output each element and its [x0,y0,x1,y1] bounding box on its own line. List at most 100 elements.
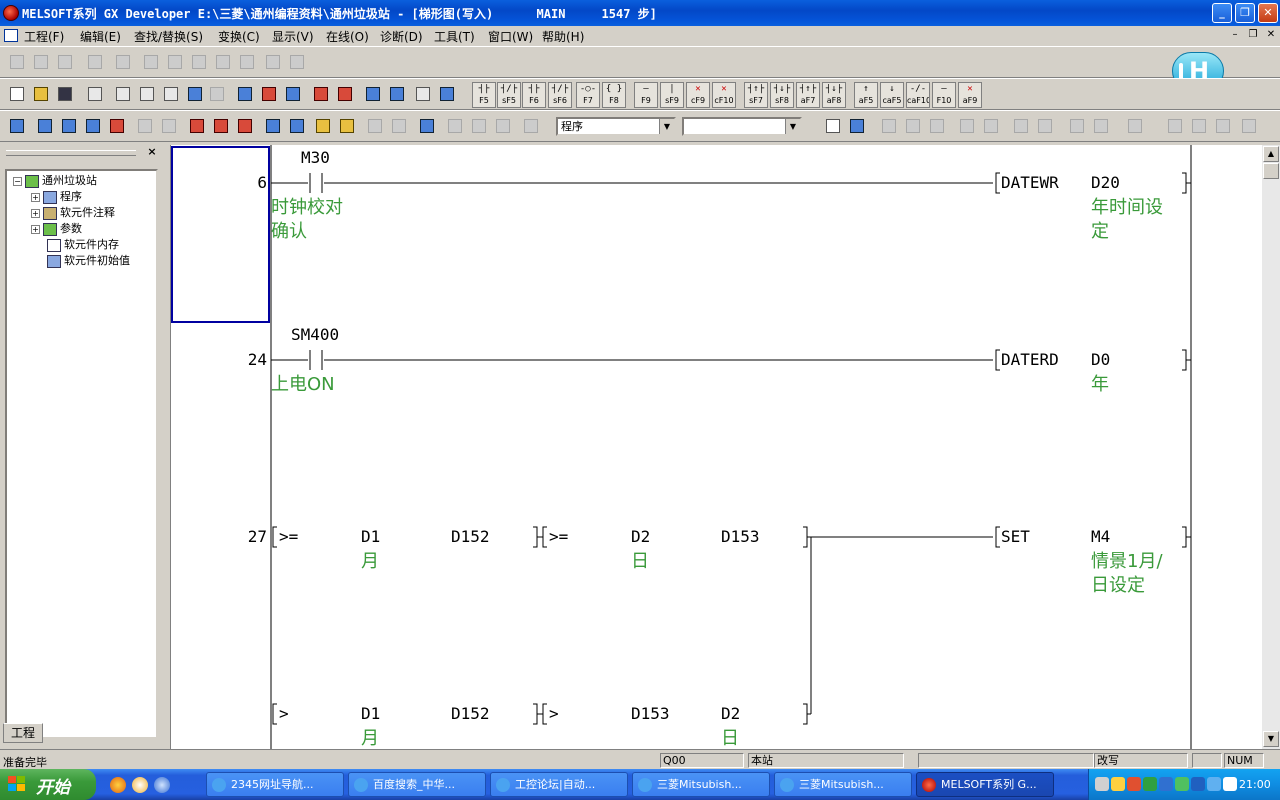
menu-online[interactable]: 在线(O) [326,28,369,45]
menu-help[interactable]: 帮助(H) [542,28,584,45]
fkey-f5-button[interactable]: ┤├ F5 [472,82,496,108]
fkey-f6-button[interactable]: ┤├ F6 [522,82,546,108]
compare-operator[interactable]: >= [549,527,568,546]
compare-operator[interactable]: > [279,704,289,723]
contact-tool-icon[interactable] [54,51,76,73]
comment-icon[interactable] [106,115,128,137]
qq-quicklaunch-icon[interactable] [132,777,148,793]
expand-icon[interactable]: + [31,224,40,234]
tree-root-node[interactable]: − 通州垃圾站 [13,173,97,189]
zoom-icon[interactable] [82,115,104,137]
document-icon[interactable] [4,29,18,42]
disabled-tool-icon[interactable] [1188,115,1210,137]
taskbar-item-2345[interactable]: 2345网址导航... [206,772,344,797]
save-icon[interactable] [54,83,76,105]
disabled-tool-icon[interactable] [364,115,386,137]
find-device-icon[interactable] [234,83,256,105]
block-tool-icon[interactable] [188,51,210,73]
compare-operand[interactable]: D153 [721,527,760,546]
update-icon[interactable] [1143,777,1157,791]
minimize-button[interactable]: _ [1212,3,1232,23]
panel-grip[interactable] [6,150,136,156]
tree-item-device-init[interactable]: 软元件初始值 [47,253,130,269]
security-icon[interactable] [1111,777,1125,791]
disabled-tool-icon[interactable] [1164,115,1186,137]
instruction-name[interactable]: SET [1001,527,1030,546]
compare-operand[interactable]: D2 [631,527,650,546]
menu-edit[interactable]: 编辑(E) [80,28,121,45]
network-icon[interactable] [1159,777,1173,791]
scroll-down-button[interactable]: ▼ [1263,731,1279,747]
menu-project[interactable]: 工程(F) [24,28,64,45]
statement-icon[interactable] [186,115,208,137]
disabled-tool-icon[interactable] [134,115,156,137]
find-step-icon[interactable] [282,83,304,105]
chevron-down-icon[interactable]: ▼ [659,119,674,134]
disabled-tool-icon[interactable] [1212,115,1234,137]
desktop-quicklaunch-icon[interactable] [154,777,170,793]
block-tool-icon[interactable] [286,51,308,73]
paste-icon[interactable] [160,83,182,105]
sampling-trace-icon[interactable] [336,115,358,137]
close-panel-icon[interactable]: × [146,146,158,158]
monitor-icon[interactable] [362,83,384,105]
expand-icon[interactable]: + [31,208,40,218]
entry-data-monitor-icon[interactable] [436,83,458,105]
program-name-select[interactable]: ▼ [682,117,802,136]
compare-operator[interactable]: >= [279,527,298,546]
alias-icon[interactable] [234,115,256,137]
mdi-close-button[interactable]: ✕ [1264,29,1278,42]
ladder-editor[interactable]: 6 M30 时钟校对 确认 DATEWR D20 年时间设 定 24 SM400 [170,145,1262,749]
taskbar-item-mitsubishi-2[interactable]: 三菱Mitsubish... [774,772,912,797]
read-plc-icon[interactable] [334,83,356,105]
fkey-f8-button[interactable]: { } F8 [602,82,626,108]
block-tool-icon[interactable] [236,51,258,73]
disabled-tool-icon[interactable] [926,115,948,137]
compare-operand[interactable]: D153 [631,704,670,723]
shield-icon[interactable] [1207,777,1221,791]
block-tool-icon[interactable] [262,51,284,73]
fkey-caf5-button[interactable]: ↓ caF5 [880,82,904,108]
instruction-operand[interactable]: D0 [1091,350,1110,369]
disabled-tool-icon[interactable] [1010,115,1032,137]
fkey-sf5-button[interactable]: ┤/├ sF5 [497,82,521,108]
clock[interactable]: 21:00 [1239,778,1271,791]
taskbar-item-mitsubishi-1[interactable]: 三菱Mitsubish... [632,772,770,797]
new-file-icon[interactable] [6,83,28,105]
cross-reference-icon[interactable] [286,115,308,137]
disabled-tool-icon[interactable] [1238,115,1260,137]
disabled-tool-icon[interactable] [388,115,410,137]
print-icon[interactable] [84,83,106,105]
fkey-sf9-button[interactable]: │ sF9 [660,82,684,108]
disabled-tool-icon[interactable] [468,115,490,137]
ladder-diagram[interactable]: 6 M30 时钟校对 确认 DATEWR D20 年时间设 定 24 SM400 [171,145,1262,749]
instruction-name[interactable]: DATEWR [1001,173,1059,192]
disabled-tool-icon[interactable] [1124,115,1146,137]
compare-operand[interactable]: D2 [721,704,740,723]
fkey-f7-button[interactable]: -○- F7 [576,82,600,108]
keyboard-icon[interactable] [1095,777,1109,791]
disabled-tool-icon[interactable] [1090,115,1112,137]
fkey-af9-button[interactable]: ✕ aF9 [958,82,982,108]
menu-convert[interactable]: 变换(C) [218,28,260,45]
fkey-sf7-button[interactable]: ┤↑├ sF7 [744,82,768,108]
diagnostics-icon[interactable] [416,115,438,137]
volume-icon[interactable] [1223,777,1237,791]
menu-find-replace[interactable]: 查找/替换(S) [134,28,203,45]
instruction-name[interactable]: DATERD [1001,350,1059,369]
compare-operand[interactable]: D152 [451,704,490,723]
contact-tool-icon[interactable] [6,51,28,73]
mdi-minimize-button[interactable]: – [1228,29,1242,42]
title-bar[interactable]: MELSOFT系列 GX Developer E:\三菱\通州编程资料\通州垃圾… [0,0,1280,26]
compare-operand[interactable]: D152 [451,527,490,546]
block-tool-icon[interactable] [212,51,234,73]
compare-operator[interactable]: > [549,704,559,723]
taskbar-item-baidu[interactable]: 百度搜索_中华... [348,772,486,797]
expand-icon[interactable]: + [31,192,40,202]
copy-icon[interactable] [136,83,158,105]
write-plc-icon[interactable] [310,83,332,105]
mdi-restore-button[interactable]: ❐ [1246,29,1260,42]
disabled-tool-icon[interactable] [878,115,900,137]
program-list-icon[interactable] [6,115,28,137]
vertical-scrollbar[interactable]: ▲ ▼ [1262,145,1280,749]
